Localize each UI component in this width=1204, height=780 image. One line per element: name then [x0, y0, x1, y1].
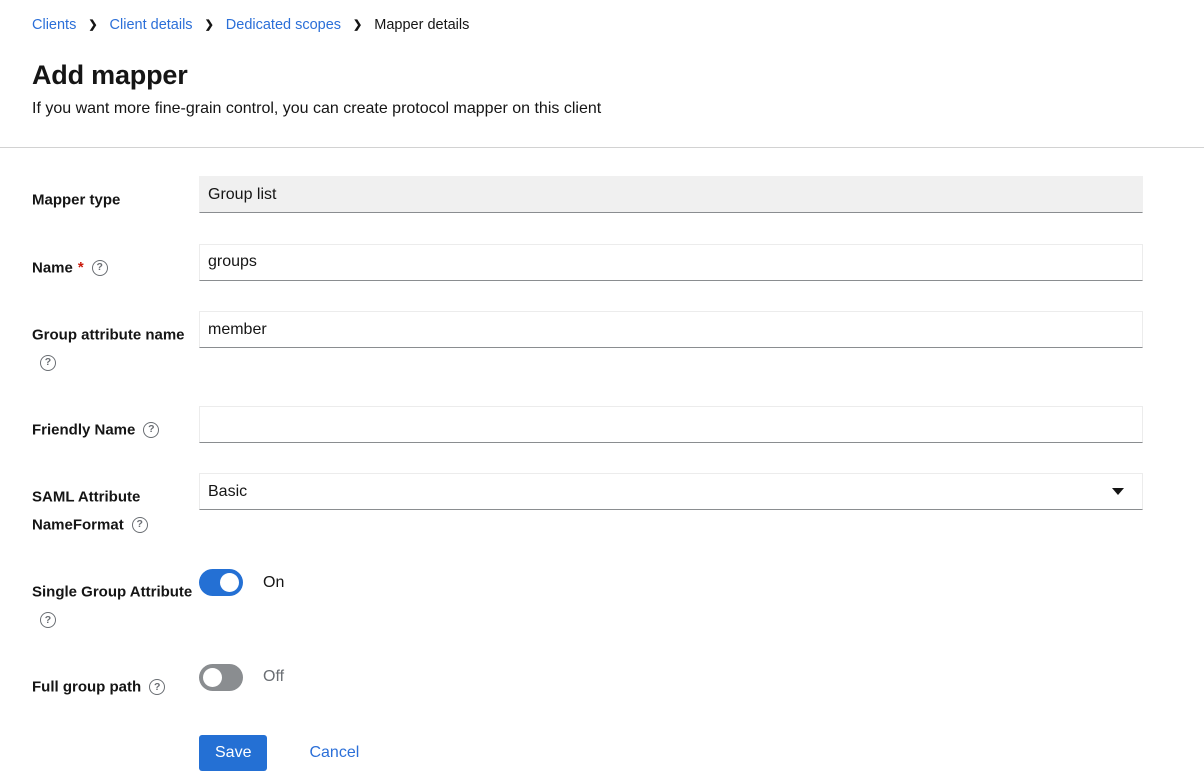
- breadcrumb-item-client-details[interactable]: Client details: [110, 17, 193, 34]
- full-group-path-row: Full group path? Off: [32, 663, 1143, 701]
- help-icon[interactable]: ?: [40, 355, 56, 371]
- switch-knob: [220, 573, 239, 592]
- caret-down-icon: [1112, 488, 1124, 495]
- help-icon[interactable]: ?: [149, 679, 165, 695]
- help-icon[interactable]: ?: [143, 422, 159, 438]
- group-attribute-name-row: Group attribute name?: [32, 311, 1143, 376]
- saml-attribute-nameformat-label-text: SAML Attribute NameFormat: [32, 489, 140, 534]
- single-group-attribute-label: Single Group Attribute?: [32, 568, 199, 633]
- group-attribute-name-input[interactable]: [199, 311, 1143, 348]
- mapper-type-input: [199, 176, 1143, 213]
- breadcrumb-item-mapper-details: Mapper details: [374, 17, 469, 34]
- friendly-name-label-text: Friendly Name: [32, 421, 135, 438]
- group-attribute-name-label-text: Group attribute name: [32, 327, 185, 344]
- chevron-right-icon: ❯: [205, 17, 214, 34]
- help-icon[interactable]: ?: [132, 517, 148, 533]
- full-group-path-label-text: Full group path: [32, 678, 141, 695]
- mapper-type-label-text: Mapper type: [32, 192, 120, 209]
- name-input[interactable]: [199, 244, 1143, 281]
- name-label-text: Name: [32, 259, 73, 276]
- friendly-name-label: Friendly Name?: [32, 406, 199, 444]
- cancel-button[interactable]: Cancel: [309, 744, 359, 762]
- mapper-type-label: Mapper type: [32, 176, 199, 214]
- breadcrumb: Clients ❯ Client details ❯ Dedicated sco…: [32, 17, 1172, 34]
- single-group-attribute-label-text: Single Group Attribute: [32, 584, 192, 601]
- breadcrumb-item-dedicated-scopes[interactable]: Dedicated scopes: [226, 17, 341, 34]
- single-group-attribute-row: Single Group Attribute? On: [32, 568, 1143, 633]
- required-indicator: *: [78, 259, 84, 276]
- single-group-attribute-state: On: [263, 574, 284, 592]
- single-group-attribute-toggle[interactable]: [199, 569, 243, 596]
- full-group-path-toggle[interactable]: [199, 664, 243, 691]
- full-group-path-label: Full group path?: [32, 663, 199, 701]
- page-header: Clients ❯ Client details ❯ Dedicated sco…: [0, 0, 1204, 147]
- friendly-name-row: Friendly Name?: [32, 406, 1143, 444]
- help-icon[interactable]: ?: [40, 612, 56, 628]
- form-actions: Save Cancel: [199, 735, 1143, 780]
- saml-attribute-nameformat-row: SAML Attribute NameFormat? Basic: [32, 473, 1143, 538]
- name-row: Name *?: [32, 244, 1143, 282]
- breadcrumb-item-clients[interactable]: Clients: [32, 17, 76, 34]
- saml-attribute-nameformat-label: SAML Attribute NameFormat?: [32, 473, 199, 538]
- page-title: Add mapper: [32, 59, 1172, 91]
- full-group-path-state: Off: [263, 668, 284, 686]
- switch-knob: [203, 668, 222, 687]
- chevron-right-icon: ❯: [88, 17, 97, 34]
- group-attribute-name-label: Group attribute name?: [32, 311, 199, 376]
- page-subtitle: If you want more fine-grain control, you…: [32, 99, 1172, 147]
- saml-attribute-nameformat-select[interactable]: Basic: [199, 473, 1143, 510]
- mapper-type-row: Mapper type: [32, 176, 1143, 214]
- add-mapper-form: Mapper type Name *? Group attribute name?…: [0, 148, 1204, 780]
- save-button[interactable]: Save: [199, 735, 267, 771]
- name-label: Name *?: [32, 244, 199, 282]
- saml-attribute-nameformat-selected-value: Basic: [208, 483, 247, 501]
- friendly-name-input[interactable]: [199, 406, 1143, 443]
- chevron-right-icon: ❯: [353, 17, 362, 34]
- help-icon[interactable]: ?: [92, 260, 108, 276]
